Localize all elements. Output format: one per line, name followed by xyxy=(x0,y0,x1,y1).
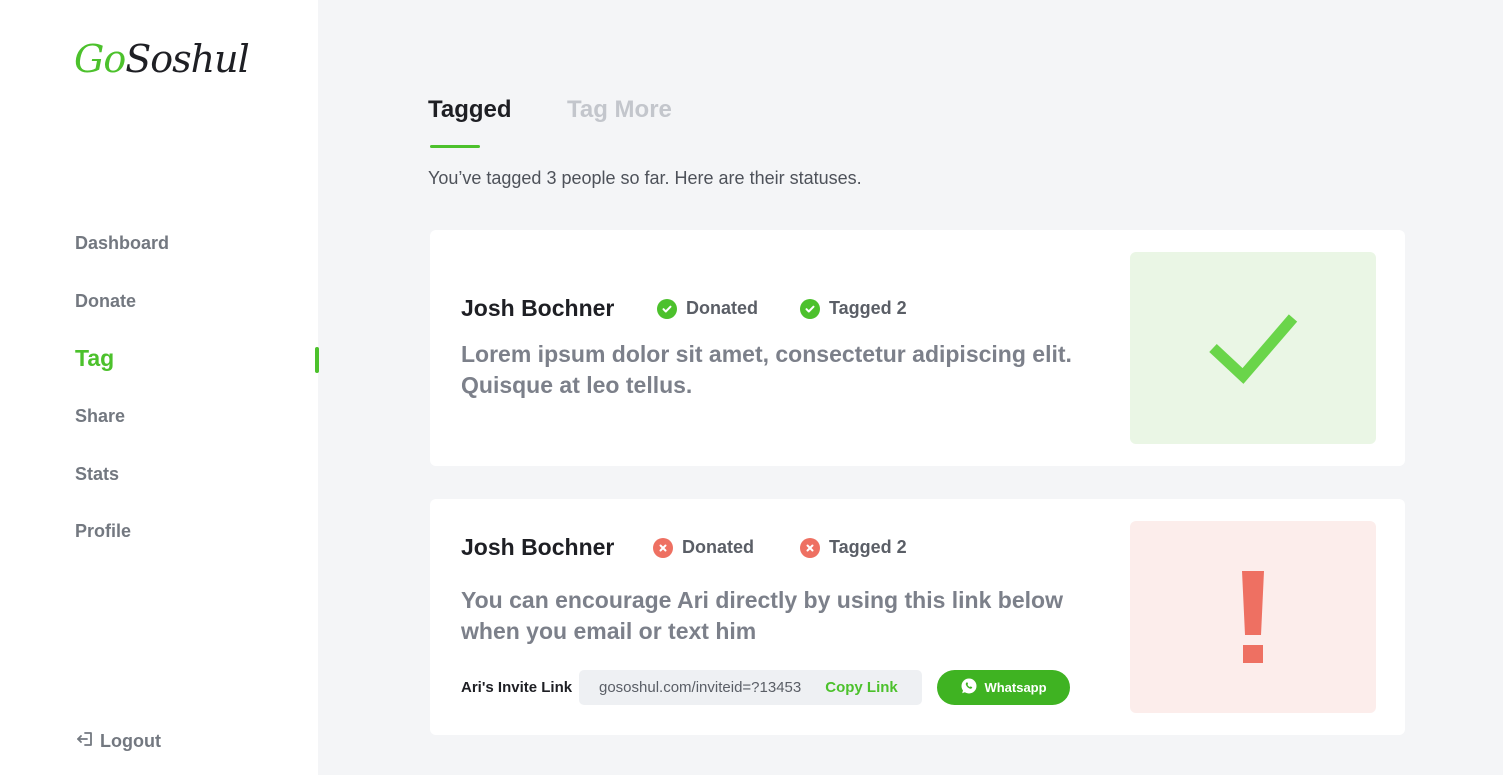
alert-panel xyxy=(1130,521,1376,713)
status-label: Tagged 2 xyxy=(829,537,907,557)
active-tab-underline xyxy=(430,145,480,148)
whatsapp-label: Whatsapp xyxy=(984,680,1047,695)
status-label: Donated xyxy=(682,537,754,557)
active-nav-indicator xyxy=(315,347,319,373)
sidebar-item-share[interactable]: Share xyxy=(75,406,125,427)
tagged-person-card: Josh Bochner Donated Tagged 2 Lorem ipsu… xyxy=(430,230,1405,466)
invite-link-url[interactable]: gososhul.com/inviteid=?13453 xyxy=(599,679,801,696)
logout-label: Logout xyxy=(100,731,161,751)
check-circle-icon xyxy=(657,298,677,319)
whatsapp-button[interactable]: Whatsapp xyxy=(937,670,1070,705)
sidebar-item-tag[interactable]: Tag xyxy=(75,345,114,372)
person-name: Josh Bochner xyxy=(461,534,615,560)
card-description: You can encourage Ari directly by using … xyxy=(461,587,1063,644)
copy-link-button[interactable]: Copy Link xyxy=(825,679,898,696)
logo-part-go: Go xyxy=(74,37,126,81)
logo-part-soshul: Soshul xyxy=(125,37,250,81)
success-panel xyxy=(1130,252,1376,444)
check-circle-icon xyxy=(800,298,820,319)
card-description: Lorem ipsum dolor sit amet, consectetur … xyxy=(461,341,1072,398)
status-tagged: Tagged 2 xyxy=(800,298,907,319)
x-circle-icon xyxy=(800,537,820,558)
sidebar: GoSoshul Dashboard Donate Tag Share Stat… xyxy=(0,0,319,775)
sidebar-item-donate[interactable]: Donate xyxy=(75,291,136,312)
status-donated: Donated xyxy=(653,537,754,558)
status-label: Tagged 2 xyxy=(829,298,907,318)
sidebar-item-profile[interactable]: Profile xyxy=(75,521,131,542)
tab-tagged[interactable]: Tagged xyxy=(428,96,512,124)
status-tagged: Tagged 2 xyxy=(800,537,907,558)
page-subtitle: You’ve tagged 3 people so far. Here are … xyxy=(428,168,862,188)
logout-icon xyxy=(76,730,94,753)
app-logo[interactable]: GoSoshul xyxy=(74,37,250,81)
sidebar-item-dashboard[interactable]: Dashboard xyxy=(75,233,169,254)
invite-link-label: Ari's Invite Link xyxy=(461,679,573,696)
logout-button[interactable]: Logout xyxy=(76,730,161,753)
tagged-person-card: Josh Bochner Donated Tagged 2 You can en… xyxy=(430,499,1405,735)
tab-tag-more[interactable]: Tag More xyxy=(567,96,672,124)
exclamation-icon xyxy=(1242,571,1264,663)
checkmark-icon xyxy=(1209,314,1298,384)
x-circle-icon xyxy=(653,537,673,558)
person-name: Josh Bochner xyxy=(461,295,615,321)
invite-link-box: gososhul.com/inviteid=?13453 Copy Link xyxy=(579,670,922,705)
whatsapp-icon xyxy=(960,677,978,698)
status-label: Donated xyxy=(686,298,758,318)
status-donated: Donated xyxy=(657,298,758,319)
sidebar-item-stats[interactable]: Stats xyxy=(75,464,119,485)
